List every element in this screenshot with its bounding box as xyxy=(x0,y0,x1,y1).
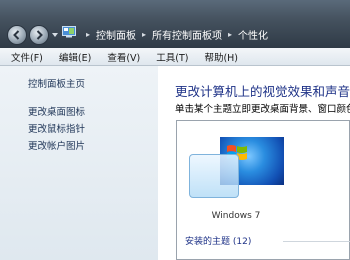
menu-file[interactable]: 文件(F) xyxy=(0,50,51,64)
theme-list: Windows 7 安装的主题 (12) xyxy=(176,120,350,260)
breadcrumb-separator: ▸ xyxy=(86,29,91,39)
breadcrumb-personalization[interactable]: 个性化 xyxy=(238,27,268,42)
page-title: 更改计算机上的视觉效果和声音 xyxy=(175,84,350,99)
sidebar-link-mouse-pointers[interactable]: 更改鼠标指针 xyxy=(28,121,85,135)
forward-arrow-icon xyxy=(36,30,43,40)
recent-pages-dropdown[interactable] xyxy=(52,33,58,37)
section-divider xyxy=(283,241,350,242)
theme-name[interactable]: Windows 7 xyxy=(201,211,271,221)
page-subtitle: 单击某个主题立即更改桌面背景、窗口颜色 xyxy=(175,104,350,115)
sidebar-link-desktop-icons[interactable]: 更改桌面图标 xyxy=(28,104,85,118)
back-button[interactable] xyxy=(7,25,27,45)
title-bar: ▸ 控制面板 ▸ 所有控制面板项 ▸ 个性化 xyxy=(0,0,350,48)
menu-help[interactable]: 帮助(H) xyxy=(196,50,246,64)
control-panel-icon xyxy=(62,26,76,38)
breadcrumb-separator: ▸ xyxy=(228,29,233,39)
breadcrumb-all-items[interactable]: 所有控制面板项 xyxy=(152,27,222,42)
breadcrumb: ▸ 控制面板 ▸ 所有控制面板项 ▸ 个性化 xyxy=(80,27,268,42)
menu-view[interactable]: 查看(V) xyxy=(99,50,148,64)
main-content: 更改计算机上的视觉效果和声音 单击某个主题立即更改桌面背景、窗口颜色 Windo… xyxy=(158,66,350,260)
sidebar-link-control-panel-home[interactable]: 控制面板主页 xyxy=(28,76,85,90)
breadcrumb-separator: ▸ xyxy=(142,29,147,39)
breadcrumb-control-panel[interactable]: 控制面板 xyxy=(96,27,136,42)
menu-bar: 文件(F) 编辑(E) 查看(V) 工具(T) 帮助(H) xyxy=(0,48,350,66)
theme-preview-window-color[interactable] xyxy=(189,154,239,198)
installed-themes-header: 安装的主题 (12) xyxy=(185,237,252,247)
menu-edit[interactable]: 编辑(E) xyxy=(51,50,99,64)
menu-tools[interactable]: 工具(T) xyxy=(148,50,196,64)
sidebar: 控制面板主页 更改桌面图标 更改鼠标指针 更改帐户图片 xyxy=(0,66,158,260)
back-arrow-icon xyxy=(13,30,20,40)
forward-button[interactable] xyxy=(29,25,49,45)
sidebar-link-account-picture[interactable]: 更改帐户图片 xyxy=(28,138,85,152)
